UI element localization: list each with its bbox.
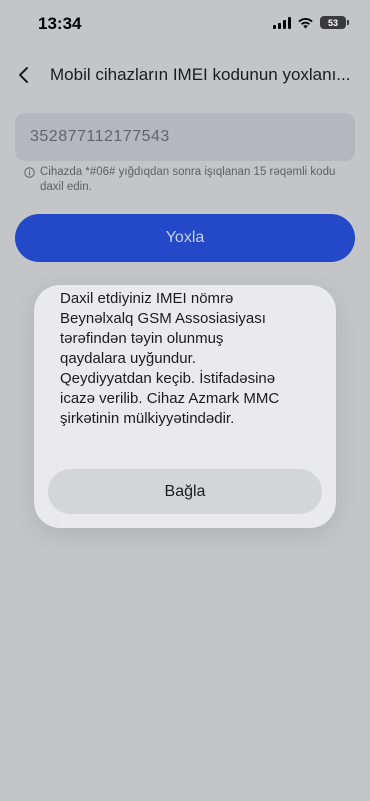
signal-icon xyxy=(273,16,291,29)
status-time: 13:34 xyxy=(38,14,82,33)
imei-input[interactable]: 352877112177543 xyxy=(15,113,355,161)
dialog-message-line: icazə verilib. Cihaz Azmark MMC xyxy=(60,390,280,407)
battery-icon: 53 xyxy=(320,16,349,29)
status-bar: 13:34 53 xyxy=(0,0,370,50)
dialog-message-line: tərəfindən təyin olunmuş xyxy=(60,330,224,347)
hint-text: Cihazda *#06# yığdıqdan sonra işıqlanan … xyxy=(40,166,336,193)
check-button[interactable]: Yoxla xyxy=(15,214,355,262)
page-title: Mobil cihazların IMEI kodunun yoxlanı... xyxy=(50,65,350,84)
dialog-message-line: Beynəlxalq GSM Assosiasiyası xyxy=(60,310,266,327)
status-icons: 53 xyxy=(273,16,349,29)
dialog-message: Daxil etdiyiniz IMEI nömrə Beynəlxalq GS… xyxy=(60,285,350,429)
nav-bar: Mobil cihazların IMEI kodunun yoxlanı... xyxy=(0,58,370,92)
dialog-message-line: Daxil etdiyiniz IMEI nömrə xyxy=(60,290,234,307)
dialog-message-line: şirkətinin mülkiyyətindədir. xyxy=(60,410,235,427)
close-button[interactable]: Bağla xyxy=(48,469,322,514)
chevron-left-icon[interactable] xyxy=(14,64,34,86)
hint: Cihazda *#06# yığdıqdan sonra işıqlanan … xyxy=(24,165,354,195)
dialog-message-line: Qeydiyyatdan keçib. İstifadəsinə xyxy=(60,370,276,387)
dialog-message-line: qaydalara uyğundur. xyxy=(60,350,196,367)
info-icon xyxy=(24,167,35,178)
wifi-icon xyxy=(298,17,313,28)
